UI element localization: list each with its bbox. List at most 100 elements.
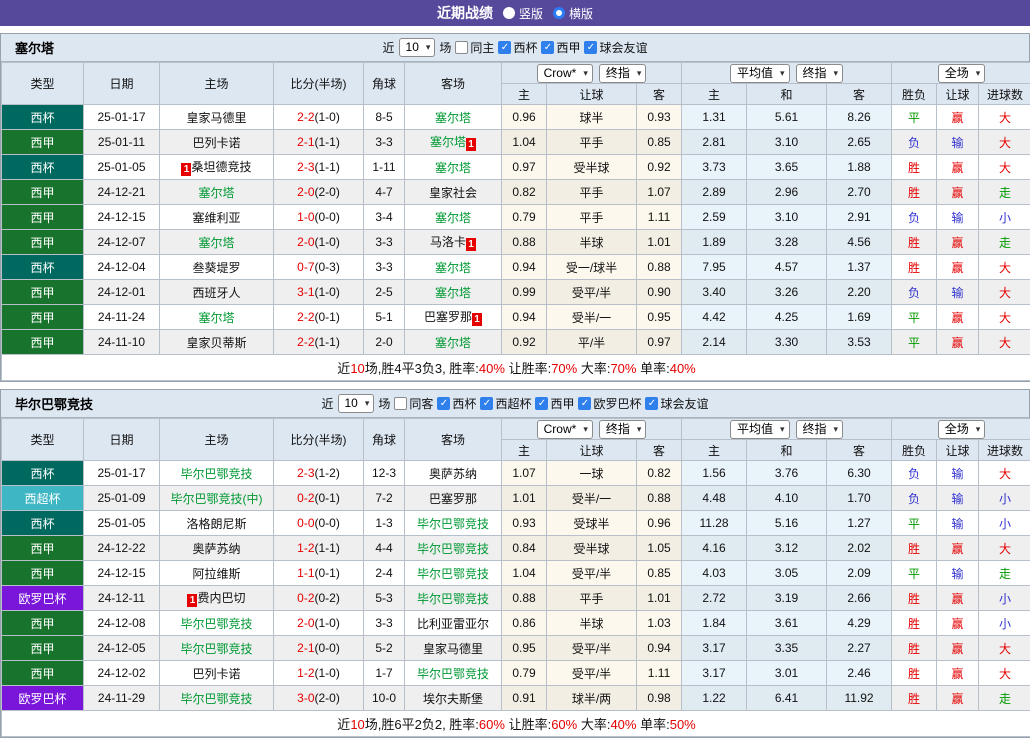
league-filter-checkbox[interactable]: ✓西甲: [535, 395, 574, 412]
average-odds-cell: 1.84: [682, 611, 747, 636]
away-team-cell: 巴塞罗那1: [405, 305, 502, 330]
competition-cell: 西甲: [2, 611, 84, 636]
team-controls: 毕尔巴鄂竞技近10▾场同客✓西杯✓西超杯✓西甲✓欧罗巴杯✓球会友谊: [1, 390, 1029, 418]
corners-cell: 8-5: [364, 105, 405, 130]
match-count-select-value: 10: [406, 40, 419, 54]
team-name: 毕尔巴鄂竞技: [417, 542, 489, 556]
final-odds-select[interactable]: 终指▾: [796, 420, 844, 439]
column-header: 类型: [2, 63, 84, 105]
full-time-score: 2-1: [297, 135, 314, 149]
average-odds-cell: 3.61: [747, 611, 827, 636]
match-count-select[interactable]: 10▾: [338, 394, 375, 413]
radio-horizontal-layout[interactable]: 横版: [553, 5, 593, 22]
table-row: 西杯25-01-17毕尔巴鄂竞技2-3(1-2)12-3奥萨苏纳1.07一球0.…: [2, 461, 1030, 486]
half-time-score: (1-0): [315, 285, 340, 299]
corners-cell: 4-4: [364, 536, 405, 561]
score-cell: 2-1(1-1): [274, 130, 364, 155]
date-cell: 24-11-29: [84, 686, 160, 711]
bookmaker-odds-cell: 半球: [547, 611, 637, 636]
result-cell: 输: [937, 205, 979, 230]
average-odds-group: 平均值▾ 终指▾: [682, 63, 892, 84]
table-row: 西甲24-12-02巴列卡诺1-2(1-0)1-7毕尔巴鄂竞技0.79受平/半1…: [2, 661, 1030, 686]
bookmaker-select[interactable]: Crow*▾: [537, 420, 593, 439]
average-odds-cell: 3.35: [747, 636, 827, 661]
summary-text: 40%: [670, 361, 696, 376]
competition-cell: 西甲: [2, 180, 84, 205]
summary-text: 60%: [479, 717, 505, 732]
bookmaker-select[interactable]: Crow*▾: [537, 64, 593, 83]
league-filter-checkbox[interactable]: ✓西超杯: [480, 395, 531, 412]
score-cell: 0-0(0-0): [274, 511, 364, 536]
team-section: 塞尔塔近10▾场同主✓西杯✓西甲✓球会友谊类型日期主场比分(半场)角球客场Cro…: [0, 33, 1030, 382]
checkbox-label: 西杯: [452, 395, 476, 412]
final-odds-select[interactable]: 终指▾: [796, 64, 844, 83]
full-time-score: 3-0: [297, 691, 314, 705]
full-time-score: 2-0: [297, 616, 314, 630]
home-team-cell: 塞尔塔: [160, 180, 274, 205]
average-odds-cell: 11.28: [682, 511, 747, 536]
result-cell: 赢: [937, 536, 979, 561]
average-select[interactable]: 平均值▾: [730, 420, 790, 439]
league-filter-checkbox[interactable]: ✓欧罗巴杯: [578, 395, 641, 412]
average-odds-cell: 4.25: [747, 305, 827, 330]
average-odds-cell: 4.10: [747, 486, 827, 511]
away-team-cell: 比利亚雷亚尔: [405, 611, 502, 636]
home-team-cell: 毕尔巴鄂竞技: [160, 686, 274, 711]
bookmaker-odds-cell: 受半球: [547, 155, 637, 180]
bookmaker-odds-cell: 1.01: [637, 230, 682, 255]
date-cell: 24-12-07: [84, 230, 160, 255]
league-filter-checkbox[interactable]: ✓西杯: [498, 39, 537, 56]
scope-select[interactable]: 全场▾: [938, 420, 986, 439]
home-team-cell: 巴列卡诺: [160, 130, 274, 155]
summary-text: 单率:: [636, 717, 669, 732]
table-row: 西甲24-12-08毕尔巴鄂竞技2-0(1-0)3-3比利亚雷亚尔0.86半球1…: [2, 611, 1030, 636]
final-odds-select[interactable]: 终指▾: [599, 420, 647, 439]
competition-cell: 西甲: [2, 305, 84, 330]
average-odds-cell: 8.26: [827, 105, 892, 130]
corners-cell: 10-0: [364, 686, 405, 711]
league-filter-checkbox[interactable]: ✓西甲: [541, 39, 580, 56]
bookmaker-odds-cell: 0.95: [502, 636, 547, 661]
sub-column-header: 和: [747, 440, 827, 461]
average-odds-cell: 4.03: [682, 561, 747, 586]
average-odds-cell: 2.66: [827, 586, 892, 611]
table-row: 西甲24-12-21塞尔塔2-0(2-0)4-7皇家社会0.82平手1.072.…: [2, 180, 1030, 205]
bookmaker-odds-cell: 受半球: [547, 536, 637, 561]
same-venue-checkbox[interactable]: 同主: [455, 39, 494, 56]
team-name: 毕尔巴鄂竞技: [180, 467, 252, 481]
dropdown-arrow-icon: ▾: [426, 40, 431, 54]
average-odds-cell: 3.30: [747, 330, 827, 355]
radio-vertical-layout[interactable]: 竖版: [503, 5, 543, 22]
competition-cell: 西甲: [2, 205, 84, 230]
half-time-score: (1-1): [315, 335, 340, 349]
result-group: 全场▾: [892, 63, 1030, 84]
result-cell: 走: [979, 561, 1030, 586]
league-filter-checkbox[interactable]: ✓西杯: [437, 395, 476, 412]
corners-cell: 2-4: [364, 561, 405, 586]
result-cell: 赢: [937, 305, 979, 330]
checkbox-icon: ✓: [535, 397, 548, 410]
average-select[interactable]: 平均值▾: [730, 64, 790, 83]
bookmaker-odds-cell: 受半/一: [547, 486, 637, 511]
bookmaker-odds-cell: 平/半: [547, 330, 637, 355]
league-filter-checkbox[interactable]: ✓球会友谊: [584, 39, 647, 56]
summary-text: 让胜率:: [505, 717, 551, 732]
bookmaker-odds-cell: 0.97: [502, 155, 547, 180]
scope-select[interactable]: 全场▾: [938, 64, 986, 83]
league-filter-checkbox[interactable]: ✓球会友谊: [645, 395, 708, 412]
competition-cell: 西甲: [2, 561, 84, 586]
final-odds-select[interactable]: 终指▾: [599, 64, 647, 83]
away-team-cell: 塞尔塔1: [405, 130, 502, 155]
average-odds-cell: 3.17: [682, 661, 747, 686]
match-count-select[interactable]: 10 ▾: [399, 38, 436, 57]
date-cell: 24-12-04: [84, 255, 160, 280]
corners-cell: 12-3: [364, 461, 405, 486]
table-row: 西甲24-12-07塞尔塔2-0(1-0)3-3马洛卡10.88半球1.011.…: [2, 230, 1030, 255]
result-cell: 大: [979, 280, 1030, 305]
result-cell: 大: [979, 255, 1030, 280]
bookmaker-odds-cell: 0.94: [502, 255, 547, 280]
bookmaker-odds-cell: 平手: [547, 586, 637, 611]
same-venue-checkbox[interactable]: 同客: [394, 395, 433, 412]
bookmaker-odds-cell: 0.93: [637, 105, 682, 130]
dropdown-arrow-icon: ▾: [637, 66, 642, 80]
